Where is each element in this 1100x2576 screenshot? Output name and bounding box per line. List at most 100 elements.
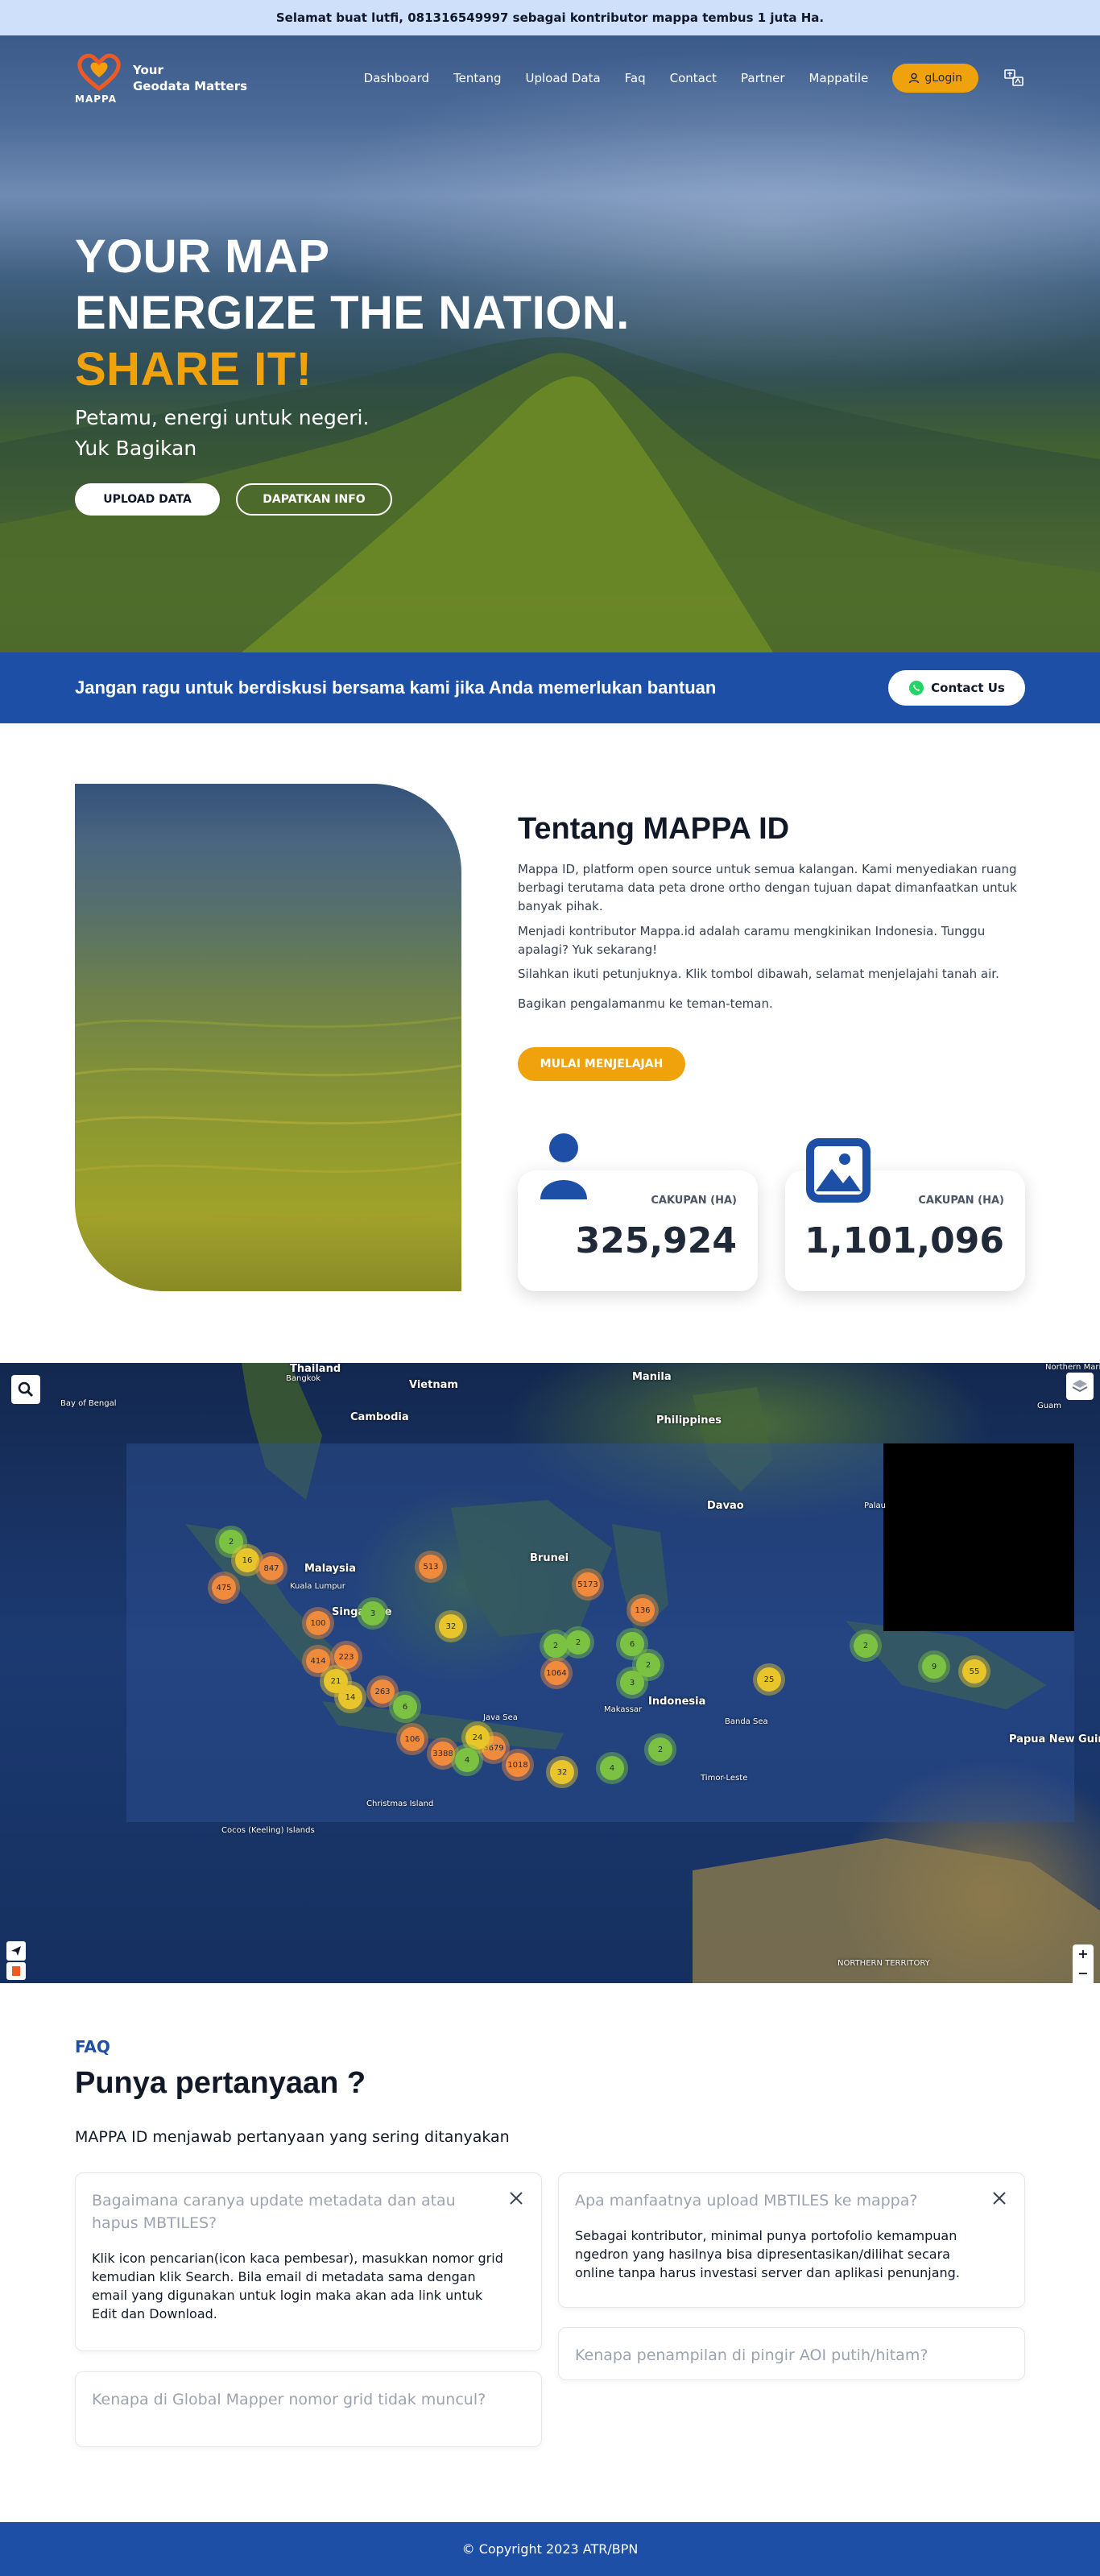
map-layers-button[interactable] <box>1066 1373 1094 1400</box>
map-cluster[interactable]: 414 <box>306 1649 330 1673</box>
map-cluster[interactable]: 14 <box>338 1685 362 1709</box>
map-cluster[interactable]: 24 <box>465 1725 490 1750</box>
map-cluster[interactable]: 55 <box>962 1659 986 1684</box>
stat-value: 325,924 <box>575 1220 737 1261</box>
close-icon[interactable] <box>990 2189 1008 2207</box>
faq-subtitle: MAPPA ID menjawab pertanyaan yang sering… <box>75 2128 510 2146</box>
map-label: Bangkok <box>286 1374 321 1383</box>
map-cluster[interactable]: 263 <box>370 1679 395 1704</box>
map-search-button[interactable] <box>11 1375 40 1404</box>
hero-line-2: ENERGIZE THE NATION. <box>75 287 630 339</box>
map-cluster[interactable]: 2 <box>566 1630 590 1655</box>
map-label: Java Sea <box>483 1713 518 1722</box>
map-cluster[interactable]: 6 <box>393 1695 417 1719</box>
map-info-button[interactable] <box>6 1962 26 1980</box>
nav-upload-data[interactable]: Upload Data <box>526 71 601 85</box>
map-label: Vietnam <box>409 1379 458 1391</box>
map-cluster[interactable]: 136 <box>631 1598 655 1622</box>
upload-data-button[interactable]: UPLOAD DATA <box>75 483 220 516</box>
contact-us-label: Contact Us <box>931 681 1005 695</box>
nav-faq[interactable]: Faq <box>625 71 646 85</box>
map-cluster[interactable]: 6 <box>620 1632 644 1656</box>
map-cluster[interactable]: 32 <box>439 1614 463 1638</box>
map-cluster[interactable]: 2 <box>544 1634 568 1658</box>
map-label: Christmas Island <box>366 1799 434 1808</box>
faq-section: FAQ Punya pertanyaan ? MAPPA ID menjawab… <box>0 1983 1100 2522</box>
map-cluster[interactable]: 3 <box>361 1601 385 1626</box>
contact-us-button[interactable]: Contact Us <box>888 670 1025 706</box>
image-icon <box>806 1138 870 1203</box>
login-button[interactable]: gLogin <box>892 64 978 93</box>
get-info-button[interactable]: DAPATKAN INFO <box>236 483 392 516</box>
brand-logo[interactable]: MAPPA Your Geodata Matters <box>75 53 247 105</box>
faq-title: Punya pertanyaan ? <box>75 2066 366 2100</box>
close-icon[interactable] <box>507 2189 525 2207</box>
map-cluster[interactable]: 475 <box>212 1576 236 1600</box>
about-paragraph-4: Bagikan pengalamanmu ke teman-teman. <box>518 996 773 1011</box>
map-cluster[interactable]: 3388 <box>431 1741 455 1766</box>
zoom-in-button[interactable]: + <box>1073 1944 1094 1964</box>
translate-icon[interactable] <box>1003 67 1025 89</box>
map-cluster[interactable]: 100 <box>306 1611 330 1635</box>
map-cluster[interactable]: 223 <box>334 1645 358 1669</box>
faq-item-expanded[interactable]: Bagaimana caranya update metadata dan at… <box>75 2172 542 2351</box>
help-band: Jangan ragu untuk berdiskusi bersama kam… <box>0 652 1100 723</box>
nav-mappatile[interactable]: Mappatile <box>809 71 869 85</box>
map-label: Guam <box>1037 1402 1061 1410</box>
map-locate-button[interactable] <box>6 1941 26 1961</box>
brand-tagline-1: Your <box>133 63 163 77</box>
nav-tentang[interactable]: Tentang <box>453 71 501 85</box>
login-label: gLogin <box>924 72 962 85</box>
faq-item-collapsed[interactable]: Kenapa penampilan di pingir AOI putih/hi… <box>558 2327 1025 2380</box>
map-label: Palau <box>864 1501 886 1510</box>
stat-card-coverage: CAKUPAN (HA) 1,101,096 <box>785 1138 1025 1291</box>
stat-label: CAKUPAN (HA) <box>918 1195 1004 1207</box>
footer: © Copyright 2023 ATR/BPN <box>0 2522 1100 2576</box>
start-exploring-button[interactable]: MULAI MENJELAJAH <box>518 1047 685 1081</box>
hero-line-1: YOUR MAP <box>75 230 330 283</box>
about-paragraph-2: Menjadi kontributor Mappa.id adalah cara… <box>518 924 986 957</box>
nav-contact[interactable]: Contact <box>670 71 717 85</box>
map-cluster[interactable]: 513 <box>419 1555 443 1579</box>
faq-item-expanded[interactable]: Apa manfaatnya upload MBTILES ke mappa? … <box>558 2172 1025 2308</box>
map-cluster[interactable]: 5173 <box>576 1572 600 1597</box>
nav-dashboard[interactable]: Dashboard <box>364 71 429 85</box>
map-cluster[interactable]: 2 <box>636 1653 660 1677</box>
coverage-map[interactable]: Thailand Bangkok Vietnam Manila Cambodia… <box>0 1363 1100 1983</box>
faq-item-collapsed[interactable]: Kenapa di Global Mapper nomor grid tidak… <box>75 2371 542 2447</box>
announcement-text: Selamat buat lutfi, 081316549997 sebagai… <box>275 10 825 25</box>
map-cluster[interactable]: 2 <box>854 1634 878 1658</box>
stat-label: CAKUPAN (HA) <box>651 1195 737 1207</box>
nav-partner[interactable]: Partner <box>741 71 785 85</box>
map-cluster[interactable]: 1018 <box>506 1753 530 1777</box>
map-cluster[interactable]: 16 <box>235 1548 259 1572</box>
map-cluster[interactable]: 2 <box>648 1737 672 1762</box>
map-label: Davao <box>707 1500 744 1512</box>
map-zoom-control: + − <box>1073 1944 1094 1983</box>
map-cluster[interactable]: 25 <box>757 1667 781 1692</box>
map-cluster[interactable]: 4 <box>455 1748 479 1772</box>
map-cluster[interactable]: 847 <box>259 1556 283 1580</box>
locate-icon <box>11 1946 21 1956</box>
stat-value: 1,101,096 <box>804 1220 1004 1261</box>
brand-name: MAPPA <box>75 93 118 105</box>
map-cluster[interactable]: 106 <box>400 1727 424 1751</box>
map-label: Philippines <box>656 1414 722 1427</box>
faq-answer: Klik icon pencarian(icon kaca pembesar),… <box>92 2251 503 2321</box>
about-title: Tentang MAPPA ID <box>518 812 790 846</box>
search-icon <box>18 1381 33 1397</box>
mappa-logo-mark: MAPPA <box>75 53 123 105</box>
map-label: Northern Mariana Islands <box>1045 1363 1100 1372</box>
map-cluster[interactable]: 1064 <box>544 1661 569 1685</box>
map-label: Timor-Leste <box>701 1774 748 1783</box>
map-blank-tile <box>883 1443 1074 1631</box>
map-label: Cocos (Keeling) Islands <box>221 1826 315 1835</box>
map-cluster[interactable]: 9 <box>922 1655 946 1679</box>
faq-question: Kenapa di Global Mapper nomor grid tidak… <box>92 2391 486 2408</box>
zoom-out-button[interactable]: − <box>1073 1964 1094 1983</box>
announcement-bar: Selamat buat lutfi, 081316549997 sebagai… <box>0 0 1100 35</box>
about-paragraph-3: Silahkan ikuti petunjuknya. Klik tombol … <box>518 967 999 981</box>
map-cluster[interactable]: 32 <box>550 1760 574 1784</box>
faq-kicker: FAQ <box>75 2037 110 2056</box>
map-cluster[interactable]: 4 <box>600 1756 624 1780</box>
